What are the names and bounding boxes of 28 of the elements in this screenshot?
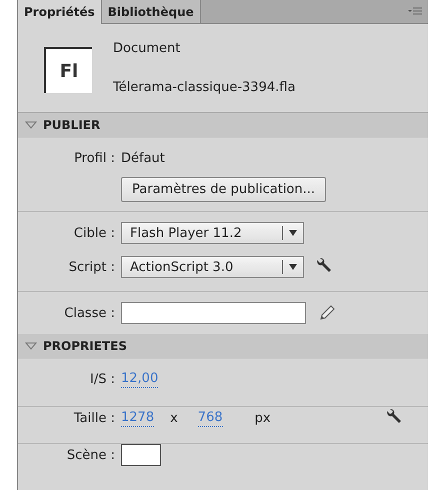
triangle-icon: [25, 121, 37, 129]
dropdown-arrow-icon: [289, 230, 297, 236]
document-type: Document: [113, 41, 182, 56]
section-header[interactable]: PUBLIER: [18, 113, 428, 138]
field-label: Cible :: [72, 226, 115, 240]
profile-value: Défaut: [121, 150, 165, 166]
class-input-field[interactable]: [121, 302, 306, 324]
field-label: Scène :: [66, 448, 115, 462]
document-logo: Fl: [44, 47, 92, 93]
script-dropdown[interactable]: ActionScript 3.0: [121, 256, 304, 278]
document-filename: Télerama-classique-3394.fla: [113, 80, 296, 95]
field-label: Script :: [68, 260, 115, 274]
stage-color-swatch[interactable]: [121, 444, 161, 466]
panel-tab[interactable]: Propriétés: [18, 0, 102, 24]
size-separator: x: [170, 410, 178, 426]
field-label: Profil :: [73, 150, 115, 166]
publish-settings-button[interactable]: Paramètres de publication...: [121, 176, 326, 202]
dropdown-arrow-icon: [289, 264, 297, 270]
panel-tab[interactable]: Bibliothèque: [102, 0, 201, 23]
panel-menu-icon[interactable]: [408, 7, 422, 16]
section-header[interactable]: PROPRIETES: [18, 334, 428, 359]
unit-label: px: [254, 410, 271, 426]
pencil-icon[interactable]: [318, 304, 336, 322]
triangle-icon: [25, 342, 37, 350]
field-label: I/S :: [89, 372, 115, 386]
target-dropdown[interactable]: Flash Player 11.2: [121, 222, 304, 244]
field-label: Taille :: [72, 410, 115, 426]
field-label: Classe :: [63, 306, 115, 320]
